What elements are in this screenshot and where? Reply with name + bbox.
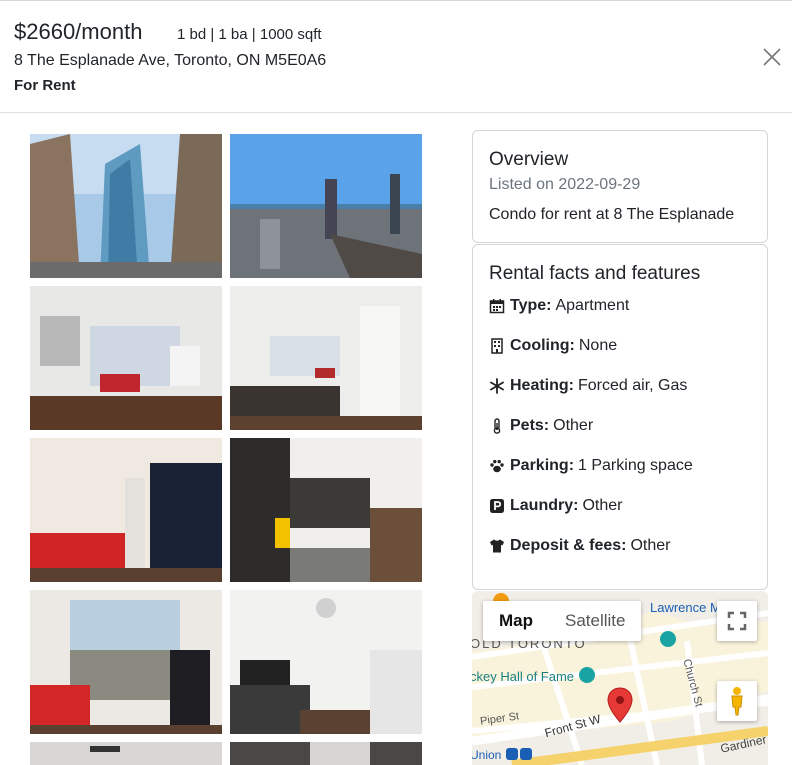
snowflake-icon (489, 378, 505, 394)
fact-label: Heating: (510, 377, 574, 394)
fact-type: Type: Apartment (489, 295, 629, 317)
fact-value: Forced air, Gas (578, 377, 688, 394)
map-label-lawrence: Lawrence M (650, 600, 721, 615)
map-view-button[interactable]: Map (483, 601, 549, 641)
listing-photo[interactable] (230, 438, 422, 582)
paw-icon (489, 458, 505, 474)
building-icon (489, 338, 505, 354)
pegman-icon (731, 687, 743, 716)
calendar-icon (489, 298, 505, 314)
listing-status: For Rent (14, 77, 76, 94)
listing-photo[interactable] (230, 590, 422, 734)
listing-photo[interactable] (30, 590, 222, 734)
fact-value: Other (582, 497, 623, 514)
kitchen-image (230, 438, 422, 582)
interior-image (30, 742, 222, 765)
close-button[interactable] (760, 45, 784, 69)
fact-label: Deposit & fees: (510, 537, 627, 554)
listing-specs: 1 bd | 1 ba | 1000 sqft (177, 26, 322, 43)
shirt-icon (489, 538, 505, 554)
fullscreen-button[interactable] (717, 601, 757, 641)
interior-image (230, 742, 422, 765)
fact-value: Other (630, 537, 671, 554)
fact-parking: Parking: 1 Parking space (489, 455, 693, 477)
fact-label: Cooling: (510, 337, 575, 354)
fact-cooling: Cooling: None (489, 335, 617, 357)
satellite-view-button[interactable]: Satellite (549, 601, 641, 641)
rental-facts-card: Rental facts and features Type: Apartmen… (472, 244, 768, 590)
map-label-union: Union (472, 748, 502, 762)
listing-photo[interactable] (30, 742, 222, 765)
kitchen-view-image (230, 286, 422, 430)
overview-title: Overview (489, 149, 569, 170)
fact-value: Other (553, 417, 594, 434)
fact-value: Apartment (555, 297, 630, 314)
overview-card: Overview Listed on 2022-09-29 Condo for … (472, 130, 768, 243)
listed-date: Listed on 2022-09-29 (489, 176, 641, 193)
fact-value: None (578, 337, 618, 354)
tower-exterior-image (30, 134, 222, 278)
map-pin-icon[interactable] (606, 687, 634, 723)
parking-icon (489, 498, 505, 514)
living-room-image (30, 286, 222, 430)
thermometer-icon (489, 418, 505, 434)
listing-photo[interactable] (30, 134, 222, 278)
overview-description: Condo for rent at 8 The Esplanade (489, 206, 735, 223)
window-view-image (30, 590, 222, 734)
listing-photo[interactable] (230, 134, 422, 278)
fact-label: Parking: (510, 457, 575, 474)
fact-laundry: Laundry: Other (489, 495, 622, 517)
fact-deposit: Deposit & fees: Other (489, 535, 670, 557)
fact-heating: Heating: Forced air, Gas (489, 375, 687, 397)
listing-price: $2660/month (14, 19, 143, 44)
facts-title: Rental facts and features (489, 263, 701, 284)
city-view-image (230, 134, 422, 278)
close-icon (763, 48, 781, 66)
fact-value: 1 Parking space (578, 457, 693, 474)
listing-address: 8 The Esplanade Ave, Toronto, ON M5E0A6 (14, 52, 327, 69)
location-map[interactable]: Lawrence M OLD TORONTO ckey Hall of Fame… (472, 591, 768, 765)
fact-pets: Pets: Other (489, 415, 593, 437)
listing-photo[interactable] (30, 286, 222, 430)
fact-label: Type: (510, 297, 552, 314)
fullscreen-icon (727, 611, 747, 631)
office-area-image (230, 590, 422, 734)
listing-photo[interactable] (30, 438, 222, 582)
fact-label: Laundry: (510, 497, 579, 514)
listing-header: $2660/month 1 bd | 1 ba | 1000 sqft 8 Th… (0, 1, 792, 113)
red-sofa-image (30, 438, 222, 582)
street-view-button[interactable] (717, 681, 757, 721)
map-label-hall-of-fame: ckey Hall of Fame (472, 669, 575, 684)
fact-label: Pets: (510, 417, 550, 434)
map-type-toggle: Map Satellite (483, 601, 642, 641)
listing-photo[interactable] (230, 742, 422, 765)
listing-photo[interactable] (230, 286, 422, 430)
